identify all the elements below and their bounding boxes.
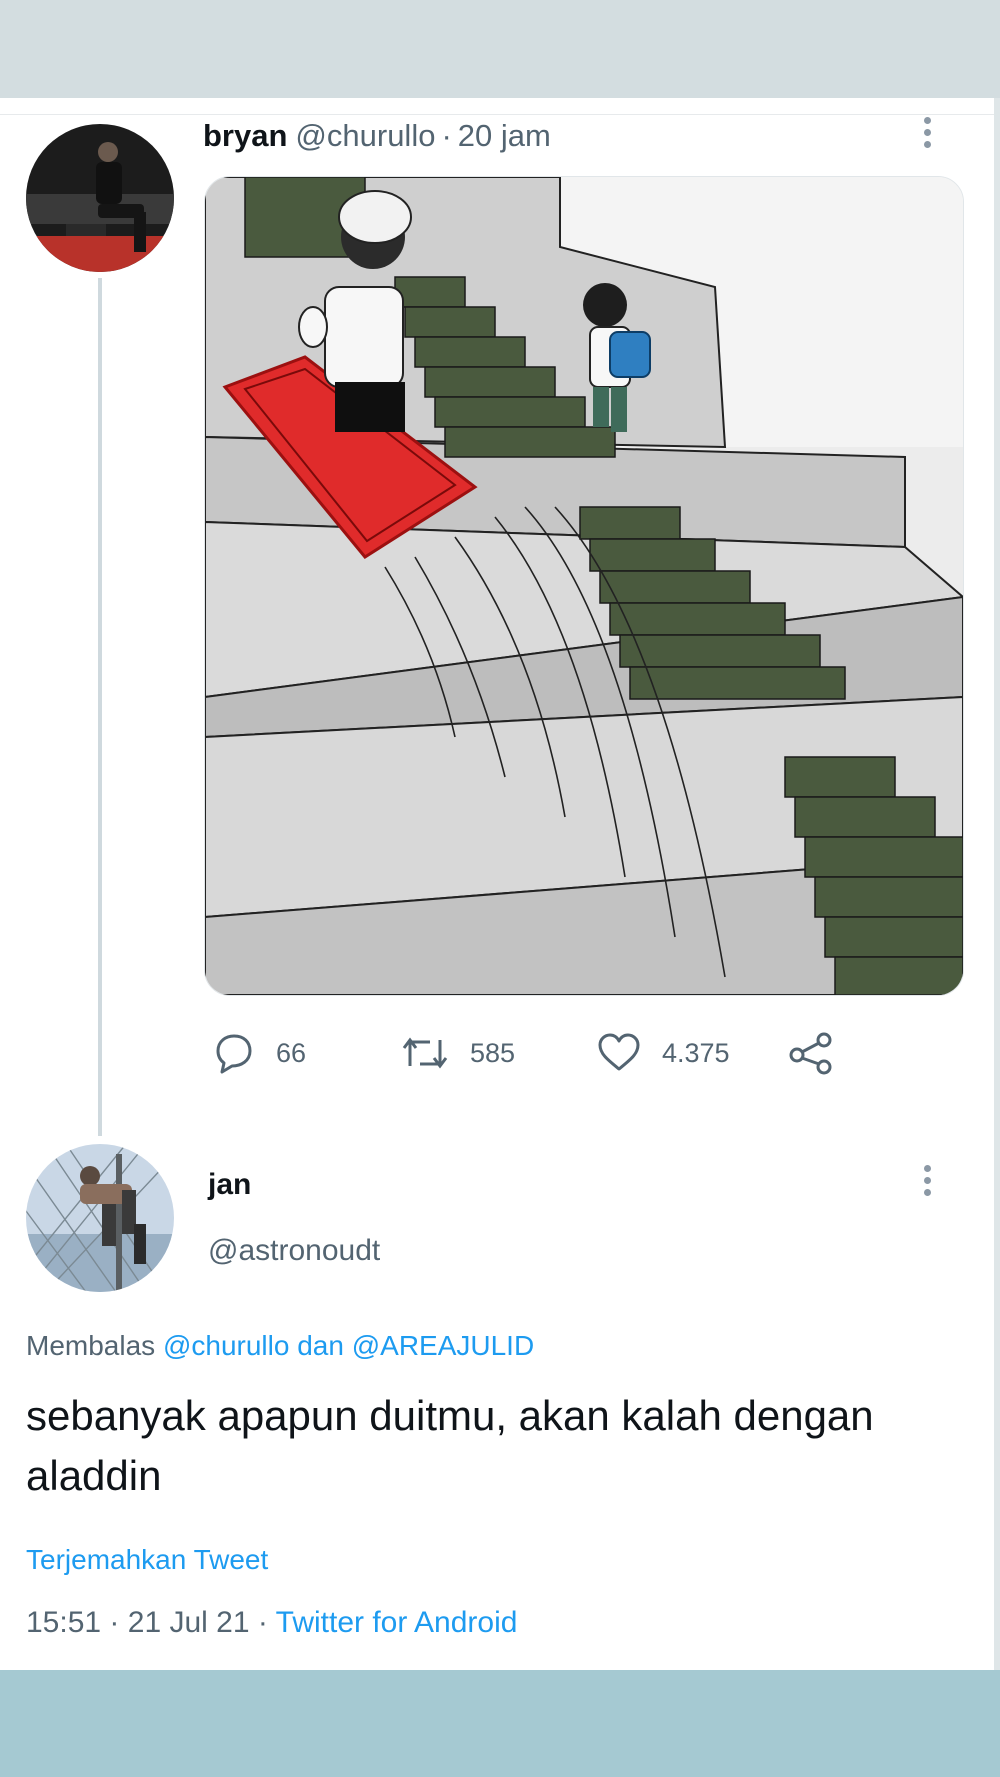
- mention-churullo[interactable]: @churullo: [163, 1330, 289, 1361]
- author-handle[interactable]: @churullo: [295, 118, 435, 153]
- avatar-jan[interactable]: [26, 1144, 174, 1292]
- replying-prefix: Membalas: [26, 1330, 156, 1361]
- heart-icon[interactable]: [596, 1030, 642, 1076]
- share-icon[interactable]: [788, 1030, 834, 1076]
- retweet-icon[interactable]: [400, 1030, 450, 1076]
- reply-more-vertical-icon[interactable]: [912, 1160, 942, 1204]
- share-action[interactable]: [788, 1030, 834, 1076]
- reply-text: sebanyak apapun duitmu, akan kalah denga…: [26, 1392, 874, 1499]
- tweet-header: bryan @churullo · 20 jam: [203, 116, 551, 156]
- thread-line: [98, 278, 102, 1136]
- reply-action[interactable]: 66: [210, 1030, 306, 1076]
- translate-tweet-link[interactable]: Terjemahkan Tweet: [26, 1544, 268, 1576]
- retweet-count: 585: [470, 1037, 516, 1068]
- tweet-time-ago[interactable]: 20 jam: [458, 118, 551, 153]
- tweet-metadata: 15:51 · 21 Jul 21 · Twitter for Android: [26, 1606, 517, 1640]
- reply-author-name[interactable]: jan: [208, 1168, 251, 1202]
- like-action[interactable]: 4.375: [596, 1030, 730, 1076]
- mention-areajulid[interactable]: @AREAJULID: [352, 1330, 534, 1361]
- avatar-bryan[interactable]: [26, 124, 174, 272]
- reply-count: 66: [276, 1037, 307, 1068]
- tweet-image[interactable]: [204, 176, 964, 996]
- top-background-band: [0, 0, 1000, 98]
- meta-separator-1: ·: [109, 1606, 120, 1639]
- more-vertical-icon[interactable]: [912, 112, 942, 156]
- reply-author-handle[interactable]: @astronoudt: [208, 1234, 380, 1268]
- retweet-action[interactable]: 585: [400, 1030, 515, 1076]
- replying-to: Membalas @churullo dan @AREAJULID: [26, 1330, 534, 1362]
- tweet-time[interactable]: 15:51: [26, 1606, 101, 1639]
- tweet-date[interactable]: 21 Jul 21: [128, 1606, 250, 1639]
- meta-separator-2: ·: [257, 1606, 268, 1639]
- divider: [0, 114, 994, 115]
- like-count: 4.375: [662, 1037, 730, 1068]
- author-name[interactable]: bryan: [203, 118, 287, 153]
- replying-conjunction: dan: [297, 1330, 344, 1361]
- scroll-edge: [994, 98, 1000, 1670]
- tweet-client[interactable]: Twitter for Android: [276, 1606, 518, 1639]
- bottom-background-band: [0, 1670, 1000, 1777]
- reply-bubble-icon[interactable]: [210, 1030, 256, 1076]
- header-separator: ·: [441, 118, 452, 153]
